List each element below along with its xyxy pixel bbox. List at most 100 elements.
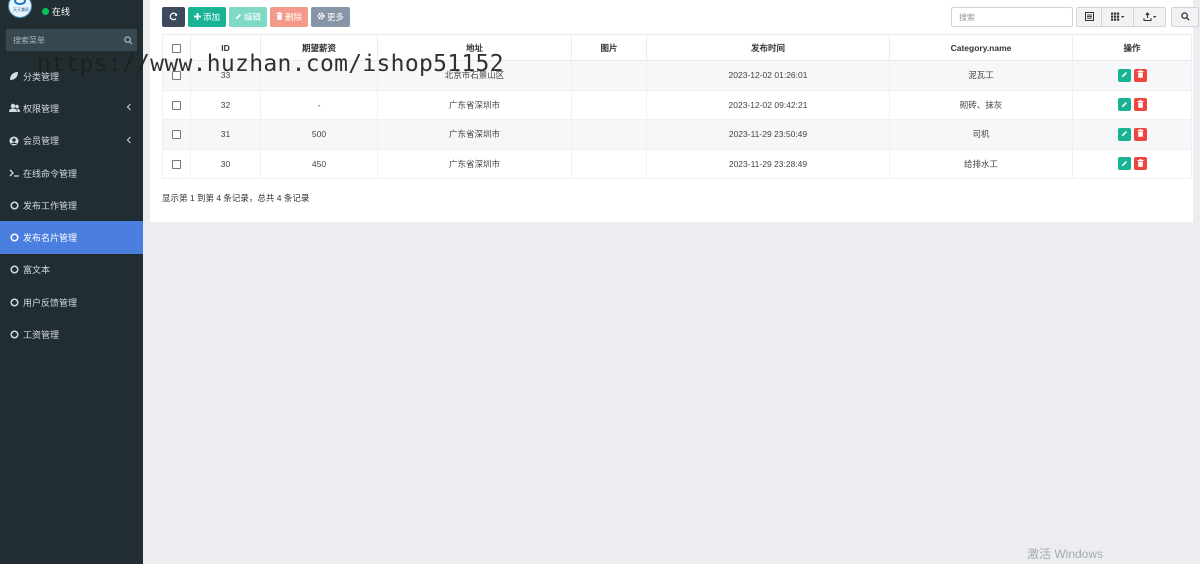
trash-icon bbox=[1137, 70, 1144, 80]
sidebar-item-label: 发布工作管理 bbox=[23, 200, 78, 211]
terminal-icon bbox=[8, 167, 20, 179]
cell-id: 33 bbox=[190, 60, 261, 91]
row-delete-button[interactable] bbox=[1133, 127, 1147, 141]
refresh-icon bbox=[169, 12, 178, 23]
row-edit-button[interactable] bbox=[1117, 68, 1131, 82]
sidebar-item-category[interactable]: 分类管理 bbox=[0, 60, 143, 92]
column-header-category[interactable]: Category.name bbox=[889, 34, 1073, 61]
cell-salary: 450 bbox=[260, 148, 378, 179]
sidebar-item-label: 会员管理 bbox=[23, 136, 60, 147]
sidebar-item-label: 分类管理 bbox=[23, 71, 60, 82]
user-panel: 天天兼职 在线 bbox=[0, 0, 143, 26]
row-edit-button[interactable] bbox=[1117, 157, 1131, 171]
row-checkbox[interactable] bbox=[172, 100, 181, 110]
row-checkbox[interactable] bbox=[172, 159, 181, 169]
online-status-label: 在线 bbox=[52, 7, 71, 17]
more-button-label: 更多 bbox=[327, 12, 345, 22]
users-group-icon bbox=[8, 102, 20, 114]
pencil-icon bbox=[1121, 100, 1128, 110]
cell-image bbox=[571, 148, 647, 179]
data-table: ID 期望薪资 地址 图片 发布时间 Category.name 操作 33 北… bbox=[162, 34, 1192, 179]
table-header-row: ID 期望薪资 地址 图片 发布时间 Category.name 操作 bbox=[162, 34, 1192, 61]
columns-button[interactable] bbox=[1102, 7, 1134, 27]
row-delete-button[interactable] bbox=[1133, 68, 1147, 82]
table-row[interactable]: 30 450 广东省深圳市 2023-11-29 23:28:49 给排水工 bbox=[162, 148, 1192, 179]
sidebar-item-member[interactable]: 会员管理 bbox=[0, 125, 143, 157]
trash-icon bbox=[1137, 99, 1144, 110]
sidebar-item-card[interactable]: 发布名片管理 bbox=[0, 221, 143, 254]
cell-actions bbox=[1072, 60, 1192, 91]
sidebar-item-label: 权限管理 bbox=[23, 103, 60, 114]
row-select-cell bbox=[162, 60, 191, 91]
column-header-salary[interactable]: 期望薪资 bbox=[260, 34, 378, 61]
delete-button-label: 删除 bbox=[285, 12, 303, 22]
table-row[interactable]: 32 - 广东省深圳市 2023-12-02 09:42:21 砌砖、抹灰 bbox=[162, 89, 1192, 120]
online-dot-icon bbox=[42, 8, 49, 15]
trash-icon bbox=[1137, 158, 1144, 169]
list-view-icon bbox=[1084, 11, 1094, 23]
row-edit-button[interactable] bbox=[1117, 98, 1131, 112]
toggle-view-button[interactable] bbox=[1076, 7, 1102, 27]
online-status: 在线 bbox=[42, 5, 70, 18]
sidebar-item-salary[interactable]: 工资管理 bbox=[0, 318, 143, 350]
sidebar-item-command[interactable]: 在线命令管理 bbox=[0, 157, 143, 189]
column-header-id[interactable]: ID bbox=[190, 34, 261, 61]
logo-icon bbox=[14, 0, 26, 5]
sidebar-item-richtext[interactable]: 富文本 bbox=[0, 254, 143, 286]
user-circle-icon bbox=[8, 135, 20, 147]
circle-icon bbox=[8, 329, 20, 341]
row-edit-button[interactable] bbox=[1117, 127, 1131, 141]
table-tools bbox=[951, 7, 1199, 27]
pencil-icon bbox=[235, 12, 242, 22]
cell-image bbox=[571, 60, 647, 91]
sidebar-item-label: 在线命令管理 bbox=[23, 168, 78, 179]
column-header-address[interactable]: 地址 bbox=[377, 34, 572, 61]
cell-actions bbox=[1072, 119, 1192, 150]
edit-button[interactable]: 编辑 bbox=[229, 7, 268, 27]
edit-button-label: 编辑 bbox=[244, 12, 262, 22]
table-row[interactable]: 33 北京市石景山区 2023-12-02 01:26:01 泥瓦工 bbox=[162, 60, 1192, 91]
circle-icon bbox=[8, 296, 20, 308]
export-button[interactable] bbox=[1134, 7, 1166, 27]
more-button[interactable]: 更多 bbox=[311, 7, 351, 27]
cell-salary: - bbox=[260, 89, 378, 120]
row-checkbox[interactable] bbox=[172, 130, 181, 140]
sidebar-item-label: 工资管理 bbox=[23, 330, 60, 341]
row-checkbox[interactable] bbox=[172, 71, 181, 81]
circle-icon bbox=[8, 264, 20, 276]
select-all-header bbox=[162, 34, 191, 61]
sidebar-search-input[interactable] bbox=[6, 35, 119, 45]
delete-button[interactable]: 删除 bbox=[270, 7, 309, 27]
sidebar-item-permission[interactable]: 权限管理 bbox=[0, 92, 143, 124]
cell-salary: 500 bbox=[260, 119, 378, 150]
add-button[interactable]: 添加 bbox=[188, 7, 227, 27]
cell-time: 2023-11-29 23:50:49 bbox=[646, 119, 890, 150]
table-row[interactable]: 31 500 广东省深圳市 2023-11-29 23:50:49 司机 bbox=[162, 119, 1192, 150]
advanced-search-button[interactable] bbox=[1171, 7, 1199, 27]
row-delete-button[interactable] bbox=[1133, 98, 1147, 112]
column-header-image[interactable]: 图片 bbox=[571, 34, 647, 61]
table-search-input[interactable] bbox=[951, 7, 1073, 27]
circle-icon bbox=[8, 232, 20, 244]
cell-category: 司机 bbox=[889, 119, 1073, 150]
pencil-icon bbox=[1121, 70, 1128, 80]
select-all-checkbox[interactable] bbox=[172, 43, 181, 53]
chevron-left-icon bbox=[126, 136, 132, 146]
cell-time: 2023-12-02 09:42:21 bbox=[646, 89, 890, 120]
cell-id: 32 bbox=[190, 89, 261, 120]
plus-icon bbox=[194, 12, 201, 22]
sidebar-item-feedback[interactable]: 用户反馈管理 bbox=[0, 286, 143, 318]
cell-address: 广东省深圳市 bbox=[377, 148, 572, 179]
cell-id: 30 bbox=[190, 148, 261, 179]
cell-category: 砌砖、抹灰 bbox=[889, 89, 1073, 120]
sidebar-item-job[interactable]: 发布工作管理 bbox=[0, 189, 143, 221]
search-icon[interactable] bbox=[119, 29, 137, 51]
avatar: 天天兼职 bbox=[8, 0, 32, 18]
sidebar-item-label: 富文本 bbox=[23, 265, 51, 276]
cell-address: 北京市石景山区 bbox=[377, 60, 572, 91]
leaf-icon bbox=[8, 70, 20, 82]
column-header-time[interactable]: 发布时间 bbox=[646, 34, 890, 61]
cell-actions bbox=[1072, 148, 1192, 179]
row-delete-button[interactable] bbox=[1133, 157, 1147, 171]
refresh-button[interactable] bbox=[162, 7, 185, 27]
